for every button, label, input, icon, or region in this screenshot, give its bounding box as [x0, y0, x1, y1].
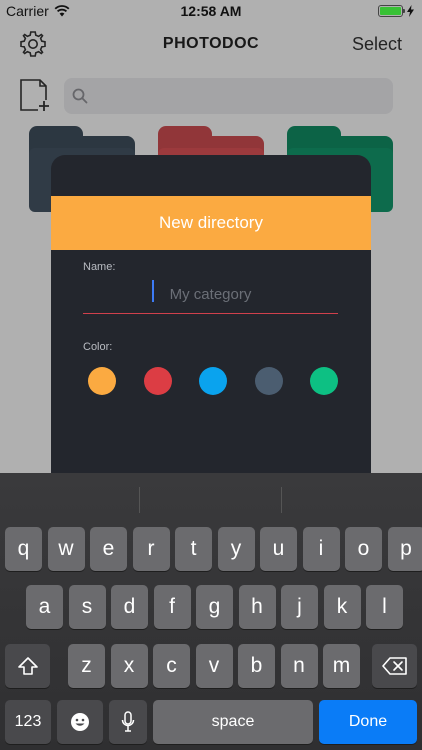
backspace-icon: [381, 657, 407, 675]
key-r[interactable]: r: [132, 527, 170, 571]
key-e[interactable]: e: [90, 527, 127, 571]
wifi-icon: [54, 5, 70, 17]
new-directory-dialog: New directory Name: Color:: [51, 155, 371, 485]
key-s[interactable]: s: [68, 585, 106, 629]
shift-icon: [17, 657, 38, 675]
battery-level: [380, 7, 401, 15]
key-l[interactable]: l: [366, 585, 403, 629]
key-h[interactable]: h: [238, 585, 276, 629]
key-d[interactable]: d: [111, 585, 148, 629]
suggestion-divider: [139, 487, 140, 513]
done-key[interactable]: Done: [319, 700, 417, 744]
emoji-icon: [71, 713, 89, 731]
emoji-key[interactable]: [57, 700, 103, 744]
carrier-label: Carrier: [6, 3, 49, 19]
predictive-bar: [0, 473, 422, 523]
shift-key[interactable]: [5, 644, 50, 688]
key-k[interactable]: k: [323, 585, 361, 629]
color-label: Color:: [83, 341, 113, 353]
key-g[interactable]: g: [196, 585, 233, 629]
backspace-key[interactable]: [372, 644, 417, 688]
key-y[interactable]: y: [217, 527, 255, 571]
keyboard: 123 space Done qwertyuiop asdfghjkl zxcvbn…: [0, 473, 422, 750]
charging-bolt-icon: [407, 5, 414, 17]
name-input[interactable]: [83, 276, 338, 314]
key-n[interactable]: n: [280, 644, 318, 688]
key-j[interactable]: j: [281, 585, 318, 629]
key-u[interactable]: u: [260, 527, 297, 571]
key-o[interactable]: o: [345, 527, 382, 571]
key-m[interactable]: m: [323, 644, 360, 688]
color-swatch-blue[interactable]: [199, 367, 227, 395]
suggestion-divider: [281, 487, 282, 513]
key-w[interactable]: w: [47, 527, 85, 571]
color-swatch-slate[interactable]: [254, 367, 283, 395]
color-picker: [88, 367, 338, 397]
battery-icon: [378, 5, 405, 17]
color-swatch-green[interactable]: [310, 367, 338, 395]
key-z[interactable]: z: [68, 644, 105, 688]
key-q[interactable]: q: [5, 527, 42, 571]
key-b[interactable]: b: [238, 644, 275, 688]
key-t[interactable]: t: [175, 527, 212, 571]
key-v[interactable]: v: [195, 644, 233, 688]
space-key[interactable]: space: [153, 700, 313, 744]
dialog-title: New directory: [51, 196, 371, 250]
key-x[interactable]: x: [110, 644, 148, 688]
numbers-key[interactable]: 123: [5, 700, 51, 744]
key-p[interactable]: p: [387, 527, 422, 571]
key-i[interactable]: i: [302, 527, 340, 571]
text-cursor: [152, 280, 154, 302]
dictation-key[interactable]: [109, 700, 147, 744]
color-swatch-orange[interactable]: [88, 367, 116, 395]
status-bar: Carrier 12:58 AM: [0, 0, 422, 22]
color-swatch-red[interactable]: [143, 367, 172, 395]
key-f[interactable]: f: [153, 585, 191, 629]
microphone-icon: [121, 711, 135, 732]
key-c[interactable]: c: [153, 644, 190, 688]
name-label: Name:: [83, 261, 116, 273]
key-a[interactable]: a: [26, 585, 63, 629]
